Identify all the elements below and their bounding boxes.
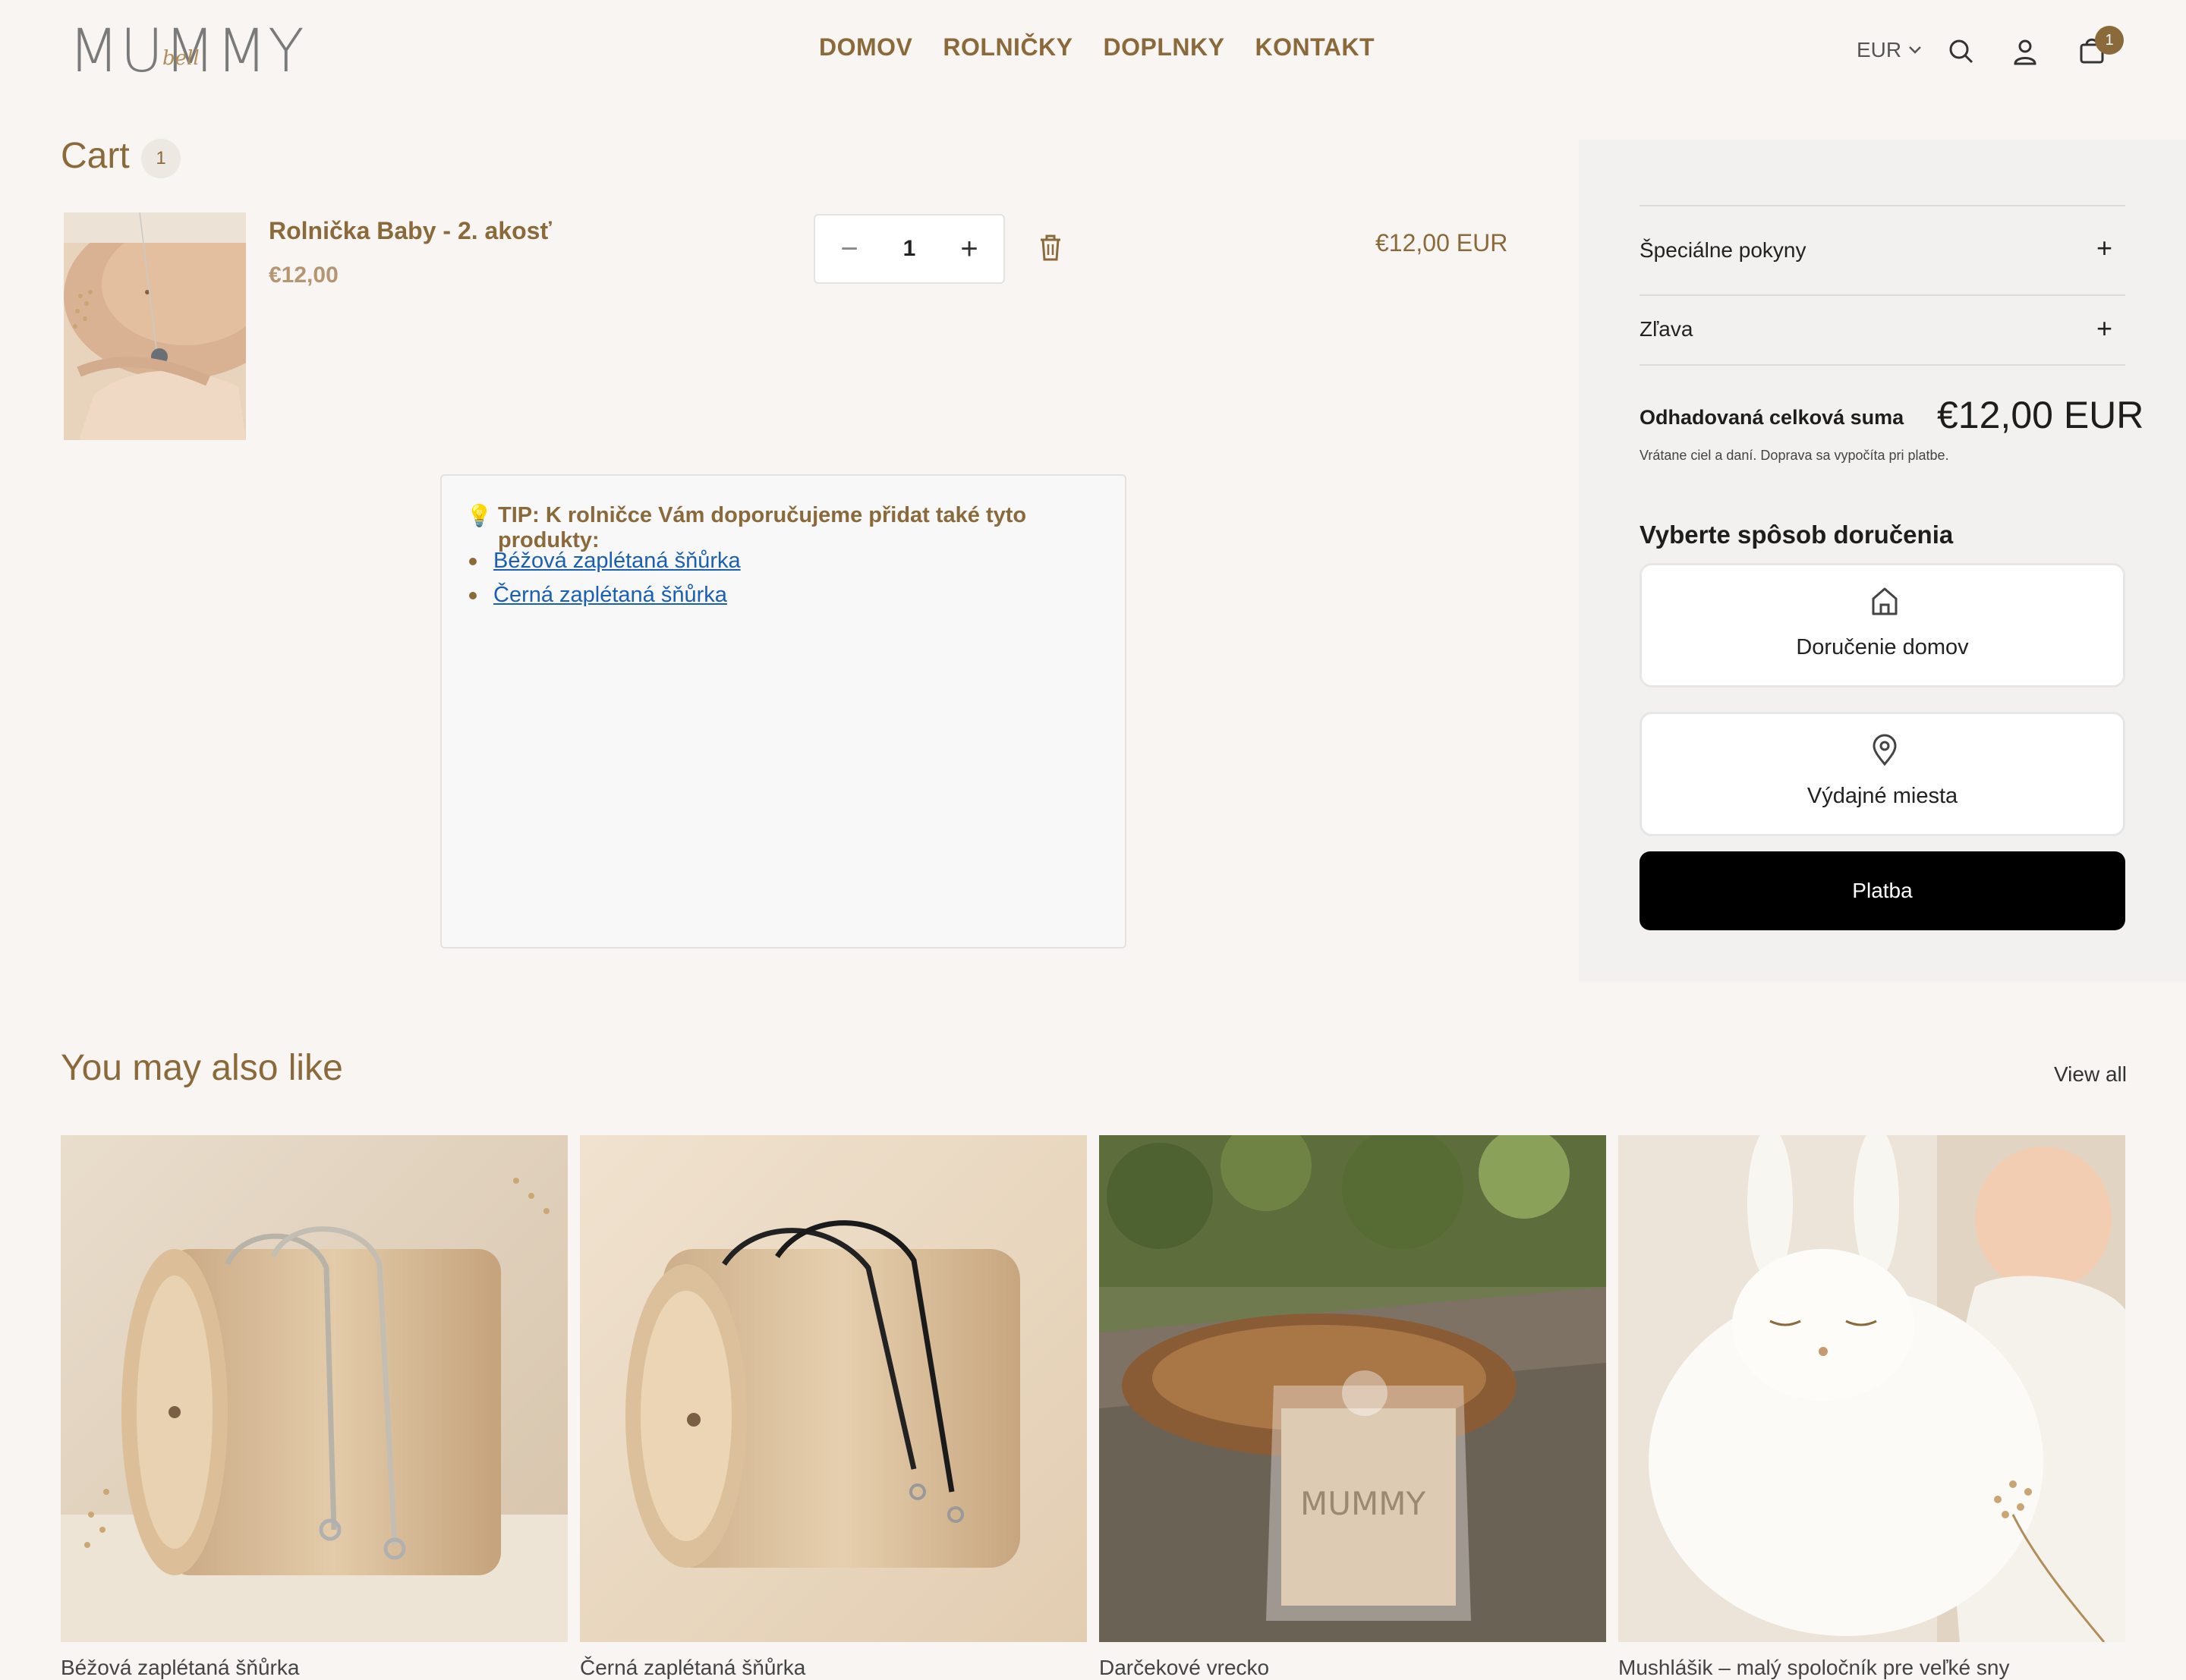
cart-item-image[interactable] bbox=[64, 212, 246, 440]
shipping-option-home[interactable]: Doručenie domov bbox=[1640, 563, 2125, 687]
divider bbox=[1640, 364, 2125, 366]
currency-selector[interactable]: EUR bbox=[1857, 38, 1923, 62]
cart-title: Cart bbox=[61, 136, 130, 176]
site-logo[interactable]: MUMMY bell bbox=[68, 21, 304, 82]
gift-bag-photo: MUMMY bbox=[1099, 1135, 1606, 1642]
plus-icon[interactable]: + bbox=[2096, 313, 2112, 344]
tax-note: Vrátane ciel a daní. Doprava sa vypočíta… bbox=[1640, 448, 1949, 463]
cart-item-line-total: €12,00 EUR bbox=[1375, 229, 1508, 256]
checkout-button[interactable]: Platba bbox=[1640, 851, 2125, 930]
shipping-option-pickup[interactable]: Výdajné miesta bbox=[1640, 712, 2125, 836]
nav-item-rolnicky[interactable]: ROLNIČKY bbox=[943, 33, 1073, 61]
product-card-gift-bag[interactable]: MUMMY bbox=[1099, 1135, 1606, 1642]
product-card-title[interactable]: Béžová zaplétaná šňůrka bbox=[61, 1656, 299, 1680]
lightbulb-icon: 💡 bbox=[466, 504, 493, 527]
product-card-title[interactable]: Mushlášik – malý spoločník pre veľké sny bbox=[1618, 1656, 2009, 1680]
estimated-total-label: Odhadovaná celková suma bbox=[1640, 406, 1904, 429]
shipping-option-label: Doručenie domov bbox=[1796, 635, 1969, 659]
product-card-beige-cord[interactable] bbox=[61, 1135, 568, 1642]
product-card-black-cord[interactable] bbox=[580, 1135, 1087, 1642]
shipping-option-label: Výdajné miesta bbox=[1806, 784, 1958, 808]
account-icon[interactable] bbox=[2010, 36, 2040, 67]
cart-count-badge: 1 bbox=[2095, 26, 2124, 55]
beige-cord-photo bbox=[61, 1135, 568, 1642]
pregnancy-photo-illustration bbox=[64, 212, 246, 440]
tip-link-list: Béžová zaplétaná šňůrka Černá zaplétaná … bbox=[469, 549, 741, 617]
trash-icon[interactable] bbox=[1037, 232, 1064, 263]
site-header: MUMMY bell DOMOV ROLNIČKY DOPLNKY KONTAK… bbox=[0, 0, 2186, 100]
list-item: Béžová zaplétaná šňůrka bbox=[469, 549, 741, 574]
main-nav: DOMOV ROLNIČKY DOPLNKY KONTAKT bbox=[819, 33, 1405, 61]
tip-link-black-cord[interactable]: Černá zaplétaná šňůrka bbox=[493, 583, 727, 608]
search-icon[interactable] bbox=[1946, 36, 1977, 67]
upsell-tip-box: 💡 TIP: K rolničce Vám doporučujeme přida… bbox=[440, 474, 1126, 949]
product-card-title[interactable]: Černá zaplétaná šňůrka bbox=[580, 1656, 805, 1680]
special-instructions-toggle[interactable]: Špeciálne pokyny bbox=[1640, 238, 1806, 263]
quantity-input[interactable]: 1 bbox=[903, 236, 916, 262]
product-card-bunny-comforter[interactable] bbox=[1618, 1135, 2125, 1642]
nav-item-kontakt[interactable]: KONTAKT bbox=[1255, 33, 1375, 61]
cart-item-price: €12,00 bbox=[269, 263, 339, 288]
plus-icon[interactable]: + bbox=[2096, 232, 2112, 264]
bullet-dot bbox=[469, 591, 477, 599]
quantity-increase-button[interactable]: + bbox=[950, 234, 988, 264]
view-all-link[interactable]: View all bbox=[2054, 1062, 2127, 1087]
black-cord-photo bbox=[580, 1135, 1087, 1642]
product-card-title[interactable]: Darčekové vrecko bbox=[1099, 1656, 1269, 1680]
logo-script: bell bbox=[162, 47, 200, 70]
nav-item-doplnky[interactable]: DOPLNKY bbox=[1104, 33, 1225, 61]
cart-item-name[interactable]: Rolnička Baby - 2. akosť bbox=[269, 217, 552, 245]
bunny-comforter-photo bbox=[1618, 1135, 2125, 1642]
discount-toggle[interactable]: Zľava bbox=[1640, 317, 1693, 341]
quantity-stepper: − 1 + bbox=[814, 214, 1005, 284]
estimated-total-value: €12,00 EUR bbox=[1937, 394, 2144, 436]
tip-title: TIP: K rolničce Vám doporučujeme přidat … bbox=[498, 503, 1027, 552]
tip-link-beige-cord[interactable]: Béžová zaplétaná šňůrka bbox=[493, 549, 741, 574]
cart-count-bubble: 1 bbox=[141, 139, 181, 178]
currency-value: EUR bbox=[1857, 38, 1902, 61]
nav-item-domov[interactable]: DOMOV bbox=[819, 33, 912, 61]
recommendations-title: You may also like bbox=[61, 1048, 343, 1088]
divider bbox=[1640, 205, 2125, 206]
shipping-method-title: Vyberte spôsob doručenia bbox=[1640, 521, 1954, 549]
list-item: Černá zaplétaná šňůrka bbox=[469, 583, 741, 608]
divider bbox=[1640, 294, 2125, 296]
svg-text:MUMMY: MUMMY bbox=[1300, 1485, 1425, 1522]
bullet-dot bbox=[469, 557, 477, 565]
quantity-decrease-button[interactable]: − bbox=[830, 234, 868, 264]
map-pin-icon bbox=[1873, 734, 1897, 766]
home-icon bbox=[1872, 587, 1898, 615]
chevron-down-icon bbox=[1909, 46, 1922, 54]
